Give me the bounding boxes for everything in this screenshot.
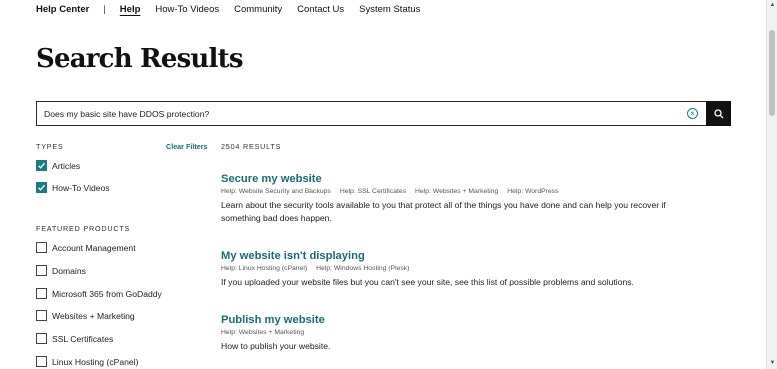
result-item: Secure my website Help: Website Security… bbox=[221, 173, 701, 225]
help-center-link[interactable]: Help Center bbox=[36, 4, 89, 15]
filter-ssl-certificates[interactable]: SSL Certificates bbox=[36, 333, 113, 344]
nav-link-system-status[interactable]: System Status bbox=[359, 4, 420, 15]
result-tag[interactable]: Help: Linux Hosting (cPanel) bbox=[221, 265, 307, 272]
result-item: My website isn't displaying Help: Linux … bbox=[221, 250, 701, 289]
page-title: Search Results bbox=[36, 44, 243, 74]
filter-label: How-To Videos bbox=[52, 182, 110, 193]
page-scrollbar[interactable]: ▲ ▼ bbox=[766, 0, 777, 369]
result-tag[interactable]: Help: Website Security and Backups bbox=[221, 188, 331, 195]
filter-account-management[interactable]: Account Management bbox=[36, 242, 136, 253]
nav-separator: | bbox=[103, 3, 106, 15]
types-label: TYPES bbox=[36, 142, 64, 151]
nav-link-help[interactable]: Help bbox=[120, 4, 141, 15]
filter-label: Websites + Marketing bbox=[52, 310, 135, 321]
result-tags: Help: Linux Hosting (cPanel) Help: Windo… bbox=[221, 265, 701, 272]
filter-label: Articles bbox=[52, 160, 81, 171]
checkbox-checked-icon[interactable] bbox=[36, 160, 47, 171]
result-title-link[interactable]: Secure my website bbox=[221, 173, 701, 185]
result-title-link[interactable]: My website isn't displaying bbox=[221, 250, 701, 262]
checkbox-icon[interactable] bbox=[36, 265, 47, 276]
nav-link-community[interactable]: Community bbox=[234, 4, 282, 15]
clear-filters-link[interactable]: Clear Filters bbox=[166, 142, 208, 151]
nav-link-contact-us[interactable]: Contact Us bbox=[297, 4, 344, 15]
results-count: 2504 RESULTS bbox=[221, 142, 282, 151]
filter-label: SSL Certificates bbox=[52, 333, 114, 344]
filter-microsoft-365[interactable]: Microsoft 365 from GoDaddy bbox=[36, 288, 162, 299]
result-description: How to publish your website. bbox=[221, 341, 331, 351]
search-icon bbox=[713, 108, 723, 118]
result-tags: Help: Websites + Marketing bbox=[221, 329, 701, 336]
checkbox-icon[interactable] bbox=[36, 310, 47, 321]
filter-websites-marketing[interactable]: Websites + Marketing bbox=[36, 310, 135, 321]
filter-label: Microsoft 365 from GoDaddy bbox=[52, 288, 162, 299]
clear-search-icon[interactable]: × bbox=[687, 108, 698, 119]
filter-label: Linux Hosting (cPanel) bbox=[52, 356, 139, 367]
scroll-up-icon[interactable]: ▲ bbox=[769, 2, 776, 9]
search-button[interactable] bbox=[706, 101, 731, 126]
result-description: If you uploaded your website files but y… bbox=[221, 277, 634, 287]
filter-articles[interactable]: Articles bbox=[36, 160, 80, 171]
checkbox-icon[interactable] bbox=[36, 242, 47, 253]
filter-linux-hosting[interactable]: Linux Hosting (cPanel) bbox=[36, 356, 138, 367]
filter-how-to-videos[interactable]: How-To Videos bbox=[36, 182, 110, 193]
nav-link-how-to-videos[interactable]: How-To Videos bbox=[155, 4, 219, 15]
result-tag[interactable]: Help: Windows Hosting (Plesk) bbox=[316, 265, 409, 272]
result-tag[interactable]: Help: Websites + Marketing bbox=[415, 188, 498, 195]
result-tag[interactable]: Help: SSL Certificates bbox=[340, 188, 406, 195]
checkbox-icon[interactable] bbox=[36, 288, 47, 299]
filter-label: Account Management bbox=[52, 242, 136, 253]
checkbox-checked-icon[interactable] bbox=[36, 182, 47, 193]
scrollbar-thumb[interactable] bbox=[769, 30, 775, 116]
result-title-link[interactable]: Publish my website bbox=[221, 314, 701, 326]
scroll-down-icon[interactable]: ▼ bbox=[769, 360, 776, 367]
search-input[interactable]: Does my basic site have DDOS protection?… bbox=[36, 101, 706, 126]
result-tags: Help: Website Security and Backups Help:… bbox=[221, 188, 701, 195]
checkbox-icon[interactable] bbox=[36, 356, 47, 367]
search-input-value[interactable]: Does my basic site have DDOS protection? bbox=[44, 109, 687, 119]
result-item: Publish my website Help: Websites + Mark… bbox=[221, 314, 701, 353]
featured-products-label: FEATURED PRODUCTS bbox=[36, 224, 131, 233]
result-tag[interactable]: Help: Websites + Marketing bbox=[221, 329, 304, 336]
top-nav: Help Center | Help How-To Videos Communi… bbox=[0, 0, 766, 18]
result-description: Learn about the security tools available… bbox=[221, 200, 666, 223]
filter-label: Domains bbox=[52, 265, 86, 276]
result-tag[interactable]: Help: WordPress bbox=[507, 188, 558, 195]
filter-domains[interactable]: Domains bbox=[36, 265, 86, 276]
checkbox-icon[interactable] bbox=[36, 333, 47, 344]
